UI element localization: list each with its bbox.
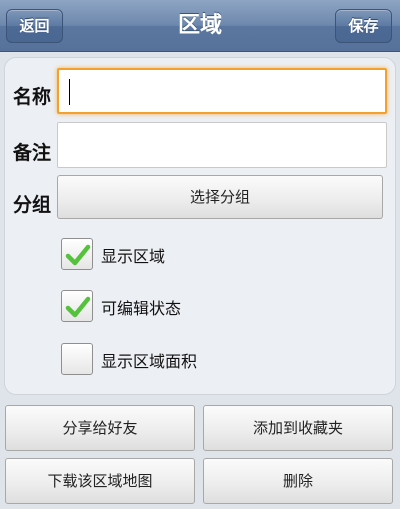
save-button[interactable]: 保存 (335, 9, 392, 43)
add-to-favorites-button[interactable]: 添加到收藏夹 (203, 405, 393, 451)
download-area-map-button[interactable]: 下载该区域地图 (5, 458, 195, 504)
group-label: 分组 (13, 194, 52, 216)
text-caret (69, 79, 70, 105)
note-input[interactable] (57, 122, 387, 168)
checkmark-icon (65, 296, 91, 318)
form-panel: 名称 备注 分组 选择分组 显示区域 可编辑状态 显示区域面积 (4, 57, 396, 395)
name-input[interactable] (57, 68, 387, 114)
show-area-label: 显示区域 (101, 247, 166, 266)
note-label: 备注 (13, 142, 52, 164)
editable-label: 可编辑状态 (101, 299, 182, 318)
editable-checkbox[interactable] (61, 290, 93, 322)
show-area-checkbox[interactable] (61, 238, 93, 270)
share-to-friends-button[interactable]: 分享给好友 (5, 405, 195, 451)
checkmark-icon (65, 244, 91, 266)
navigation-bar: 返回 区域 保存 (0, 0, 400, 52)
select-group-button[interactable]: 选择分组 (57, 175, 383, 219)
show-area-size-label: 显示区域面积 (101, 352, 198, 371)
name-label: 名称 (13, 86, 52, 108)
show-area-size-checkbox[interactable] (61, 343, 93, 375)
delete-button[interactable]: 删除 (203, 458, 393, 504)
